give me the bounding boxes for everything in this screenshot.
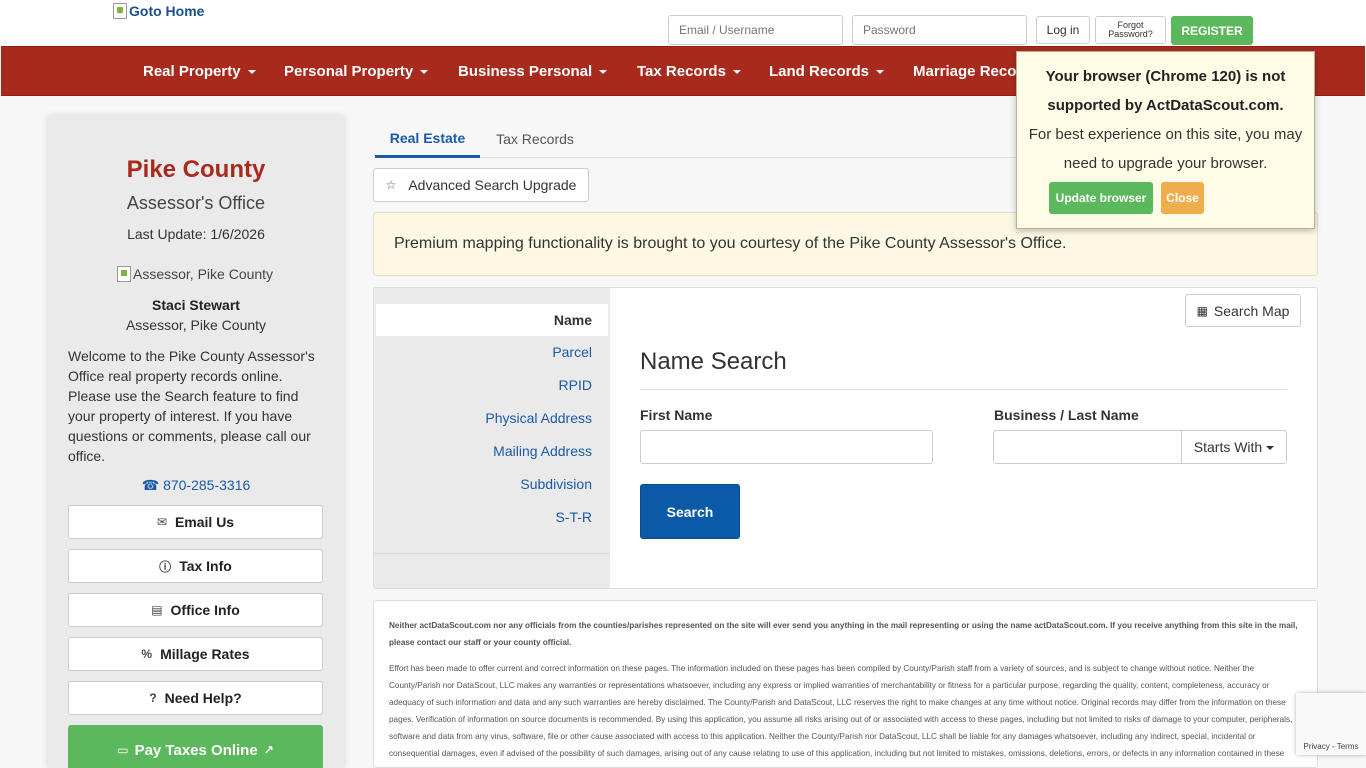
external-link-icon: ↗ — [263, 743, 274, 757]
popup-text: For best experience on this site, you ma… — [1028, 126, 1303, 172]
divider — [374, 553, 610, 554]
caret-down-icon — [1266, 446, 1275, 450]
close-popup-button[interactable]: Close — [1161, 182, 1204, 214]
dropdown-label: Starts With — [1193, 439, 1263, 455]
nav-business-personal[interactable]: Business Personal — [458, 47, 608, 95]
county-sidebar: Pike County Assessor's Office Last Updat… — [48, 116, 344, 768]
assessor-title: Assessor, Pike County — [125, 317, 267, 333]
email-input[interactable] — [668, 15, 843, 45]
button-label: Advanced Search Upgrade — [408, 177, 577, 193]
nav-label: Real Property — [143, 62, 241, 80]
email-us-button[interactable]: ✉ Email Us — [68, 505, 323, 539]
advanced-search-button[interactable]: ☆ Advanced Search Upgrade — [373, 168, 589, 202]
search-tab-rpid[interactable]: RPID — [559, 377, 592, 393]
logo-alt-text: Goto Home — [129, 3, 205, 19]
search-map-button[interactable]: ▦ Search Map — [1185, 294, 1301, 327]
assessor-photo-alt: Assessor, Pike County — [133, 266, 274, 282]
search-tab-str[interactable]: S-T-R — [555, 509, 592, 525]
phone-icon: ☎ — [141, 477, 160, 493]
starts-with-dropdown[interactable]: Starts With — [1181, 430, 1287, 464]
password-input[interactable] — [852, 15, 1027, 45]
map-icon: ▦ — [1196, 303, 1208, 318]
assessor-name: Staci Stewart — [152, 297, 240, 313]
caret-down-icon — [876, 70, 885, 74]
button-label: Email Us — [174, 514, 235, 530]
millage-rates-button[interactable]: % Millage Rates — [68, 637, 323, 671]
recaptcha-badge[interactable]: Privacy - Terms — [1296, 693, 1366, 755]
button-label: Millage Rates — [160, 646, 250, 662]
recaptcha-links[interactable]: Privacy - Terms — [1296, 742, 1366, 751]
caret-down-icon — [247, 70, 256, 74]
forgot-password-button[interactable]: Forgot Password? — [1095, 16, 1166, 44]
nav-tax-records[interactable]: Tax Records — [637, 47, 741, 95]
need-help-button[interactable]: ? Need Help? — [68, 681, 323, 715]
assessor-photo: Assessor, Pike County — [117, 266, 273, 282]
tab-real-estate[interactable]: Real Estate — [375, 120, 480, 158]
caret-down-icon — [732, 70, 741, 74]
office-info-button[interactable]: ▤ Office Info — [68, 593, 323, 627]
nav-real-property[interactable]: Real Property — [143, 47, 256, 95]
phone-number: 870-285-3316 — [163, 477, 251, 493]
register-button[interactable]: REGISTER — [1171, 16, 1253, 45]
search-tab-subdivision[interactable]: Subdivision — [520, 476, 592, 492]
button-label: Need Help? — [164, 690, 242, 706]
info-icon: ⓘ — [159, 559, 172, 574]
browser-warning-popup: Your browser (Chrome 120) is not support… — [1016, 51, 1315, 229]
question-icon: ? — [149, 691, 157, 705]
caret-down-icon — [420, 70, 429, 74]
disclaimer-notice: Neither actDataScout.com nor any officia… — [389, 621, 1298, 647]
button-label: Office Info — [170, 602, 240, 618]
update-browser-button[interactable]: Update browser — [1049, 182, 1153, 214]
search-tab-mailing-address[interactable]: Mailing Address — [493, 443, 592, 459]
county-name: Pike County — [126, 156, 266, 183]
button-label: Search Map — [1213, 302, 1290, 319]
percent-icon: % — [141, 647, 153, 661]
nav-label: Marriage Reco — [913, 62, 1017, 80]
last-name-label: Business / Last Name — [994, 407, 1139, 423]
search-tab-parcel[interactable]: Parcel — [552, 344, 592, 360]
divider — [640, 389, 1287, 390]
credit-card-icon: ▭ — [117, 743, 129, 757]
search-title: Name Search — [640, 348, 787, 375]
office-name: Assessor's Office — [126, 193, 266, 213]
nav-personal-property[interactable]: Personal Property — [284, 47, 429, 95]
nav-label: Tax Records — [637, 62, 726, 80]
logo-link[interactable]: Goto Home — [113, 3, 204, 19]
search-panel: Name Parcel RPID Physical Address Mailin… — [373, 287, 1318, 589]
button-label: Tax Info — [179, 558, 232, 574]
pay-taxes-button[interactable]: ▭ Pay Taxes Online ↗ — [68, 725, 323, 768]
caret-down-icon — [599, 70, 608, 74]
tab-tax-records[interactable]: Tax Records — [485, 120, 585, 158]
login-button[interactable]: Log in — [1036, 16, 1090, 44]
popup-heading: Your browser (Chrome 120) is not support… — [1045, 68, 1286, 114]
welcome-text: Welcome to the Pike County Assessor's Of… — [68, 348, 315, 464]
envelope-icon: ✉ — [156, 515, 167, 529]
building-icon: ▤ — [151, 603, 163, 617]
nav-marriage-records[interactable]: Marriage Reco — [913, 47, 1016, 95]
broken-image-icon — [113, 3, 127, 19]
nav-land-records[interactable]: Land Records — [769, 47, 885, 95]
last-update: Last Update: 1/6/2026 — [127, 226, 265, 242]
nav-label: Land Records — [769, 62, 870, 80]
phone-link[interactable]: ☎ 870-285-3316 — [48, 477, 344, 494]
last-name-input[interactable] — [993, 430, 1182, 464]
button-label: Pay Taxes Online — [134, 741, 258, 759]
disclaimer-text: Effort has been made to offer current an… — [389, 664, 1293, 767]
disclaimer-panel: Neither actDataScout.com nor any officia… — [373, 600, 1318, 768]
broken-image-icon — [117, 266, 131, 282]
first-name-label: First Name — [640, 407, 713, 423]
search-tab-physical-address[interactable]: Physical Address — [485, 410, 592, 426]
first-name-input[interactable] — [640, 430, 933, 464]
search-button[interactable]: Search — [640, 484, 740, 539]
tax-info-button[interactable]: ⓘ Tax Info — [68, 549, 323, 583]
star-icon: ☆ — [385, 178, 397, 192]
top-bar: Goto Home Log in Forgot Password? REGIST… — [0, 0, 1366, 46]
search-type-list: Name Parcel RPID Physical Address Mailin… — [374, 288, 610, 588]
search-tab-name[interactable]: Name — [376, 304, 608, 336]
nav-label: Personal Property — [284, 62, 414, 80]
nav-label: Business Personal — [458, 62, 593, 80]
